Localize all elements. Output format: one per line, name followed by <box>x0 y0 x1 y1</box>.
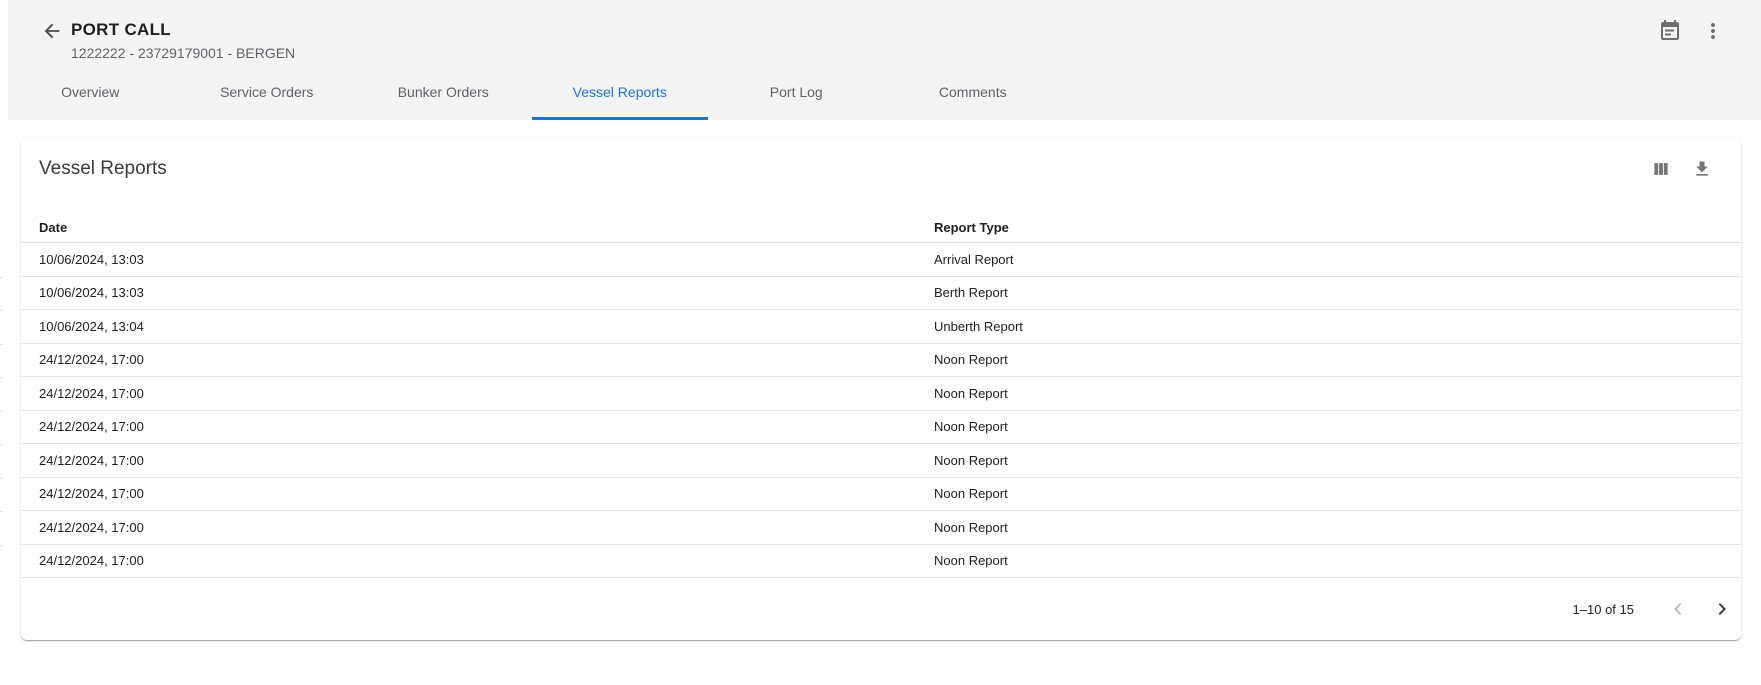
table-row[interactable]: 24/12/2024, 17:00 Noon Report <box>21 344 1741 378</box>
kebab-menu-icon <box>1701 19 1725 43</box>
table-row[interactable]: 24/12/2024, 17:00 Noon Report <box>21 511 1741 545</box>
row-report-type: Arrival Report <box>934 252 1741 267</box>
event-note-icon <box>1658 19 1682 43</box>
previous-page-button <box>1660 591 1696 627</box>
card-header: Vessel Reports <box>21 138 1741 200</box>
table-row[interactable]: 24/12/2024, 17:00 Noon Report <box>21 478 1741 512</box>
tab-label: Overview <box>61 84 119 100</box>
tab-comments[interactable]: Comments <box>885 64 1062 120</box>
download-button[interactable] <box>1685 152 1719 186</box>
underlying-page-edge <box>0 0 8 685</box>
tab-bar: Overview Service Orders Bunker Orders Ve… <box>2 64 1061 120</box>
calendar-button[interactable] <box>1656 17 1684 45</box>
row-date: 24/12/2024, 17:00 <box>21 386 934 401</box>
tab-label: Service Orders <box>220 84 313 100</box>
row-date: 24/12/2024, 17:00 <box>21 419 934 434</box>
table-body: 10/06/2024, 13:03 Arrival Report 10/06/2… <box>21 243 1741 578</box>
row-report-type: Noon Report <box>934 486 1741 501</box>
tab-label: Vessel Reports <box>573 84 667 100</box>
tab-vessel-reports[interactable]: Vessel Reports <box>532 64 709 120</box>
row-report-type: Noon Report <box>934 520 1741 535</box>
row-report-type: Noon Report <box>934 453 1741 468</box>
row-date: 24/12/2024, 17:00 <box>21 486 934 501</box>
row-report-type: Noon Report <box>934 352 1741 367</box>
table-row[interactable]: 24/12/2024, 17:00 Noon Report <box>21 444 1741 478</box>
table-header-row: Date Report Type <box>21 200 1741 243</box>
row-date: 10/06/2024, 13:03 <box>21 285 934 300</box>
row-report-type: Noon Report <box>934 386 1741 401</box>
pagination-bar: 1–10 of 15 <box>21 578 1741 640</box>
active-tab-underline <box>532 117 709 120</box>
arrow-back-icon <box>41 20 63 42</box>
vessel-reports-card: Vessel Reports Date Report Type 10/06/20… <box>21 138 1741 640</box>
tab-service-orders[interactable]: Service Orders <box>179 64 356 120</box>
page-title-block: PORT CALL 1222222 - 23729179001 - BERGEN <box>71 20 295 61</box>
tab-bunker-orders[interactable]: Bunker Orders <box>355 64 532 120</box>
table-row[interactable]: 10/06/2024, 13:04 Unberth Report <box>21 310 1741 344</box>
table-row[interactable]: 24/12/2024, 17:00 Noon Report <box>21 377 1741 411</box>
row-date: 24/12/2024, 17:00 <box>21 352 934 367</box>
row-date: 10/06/2024, 13:04 <box>21 319 934 334</box>
table-row[interactable]: 24/12/2024, 17:00 Noon Report <box>21 545 1741 579</box>
page-subtitle: 1222222 - 23729179001 - BERGEN <box>71 45 295 61</box>
more-options-button[interactable] <box>1699 17 1727 45</box>
row-report-type: Noon Report <box>934 553 1741 568</box>
row-date: 24/12/2024, 17:00 <box>21 553 934 568</box>
tab-label: Port Log <box>770 84 823 100</box>
chevron-right-icon <box>1710 597 1734 621</box>
column-header-report-type[interactable]: Report Type <box>934 220 1741 235</box>
view-columns-icon <box>1651 159 1671 179</box>
back-button[interactable] <box>38 17 66 45</box>
row-date: 24/12/2024, 17:00 <box>21 453 934 468</box>
pagination-range-label: 1–10 of 15 <box>1573 602 1634 617</box>
port-call-header: PORT CALL 1222222 - 23729179001 - BERGEN… <box>0 0 1761 120</box>
page-title: PORT CALL <box>71 20 295 39</box>
tab-label: Comments <box>939 84 1007 100</box>
tab-overview[interactable]: Overview <box>2 64 179 120</box>
tab-label: Bunker Orders <box>398 84 489 100</box>
card-title: Vessel Reports <box>39 158 1644 180</box>
next-page-button[interactable] <box>1704 591 1740 627</box>
row-report-type: Berth Report <box>934 285 1741 300</box>
table-row[interactable]: 10/06/2024, 13:03 Berth Report <box>21 277 1741 311</box>
row-report-type: Unberth Report <box>934 319 1741 334</box>
row-date: 10/06/2024, 13:03 <box>21 252 934 267</box>
chevron-left-icon <box>1666 597 1690 621</box>
row-date: 24/12/2024, 17:00 <box>21 520 934 535</box>
table-row[interactable]: 24/12/2024, 17:00 Noon Report <box>21 411 1741 445</box>
tab-port-log[interactable]: Port Log <box>708 64 885 120</box>
select-columns-button[interactable] <box>1644 152 1678 186</box>
column-header-date[interactable]: Date <box>21 220 934 235</box>
row-report-type: Noon Report <box>934 419 1741 434</box>
table-row[interactable]: 10/06/2024, 13:03 Arrival Report <box>21 243 1741 277</box>
download-icon <box>1692 159 1712 179</box>
